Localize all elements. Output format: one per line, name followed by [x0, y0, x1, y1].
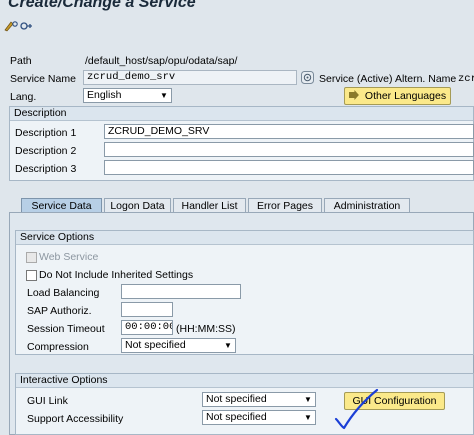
compression-label: Compression: [27, 341, 89, 353]
description-3-label: Description 3: [15, 163, 77, 175]
service-status: Service (Active): [319, 73, 393, 85]
gui-configuration-button[interactable]: GUI Configuration: [344, 392, 445, 410]
service-name-field[interactable]: zcrud_demo_srv: [83, 70, 297, 85]
sap-authoriz-field[interactable]: [121, 302, 173, 317]
session-timeout-field[interactable]: 00:00:00: [121, 320, 173, 335]
session-timeout-label: Session Timeout: [27, 323, 105, 335]
chevron-down-icon[interactable]: ▼: [303, 394, 313, 405]
description-1-label: Description 1: [15, 127, 77, 139]
page-title: Create/Change a Service: [8, 0, 196, 11]
other-languages-button[interactable]: Other Languages: [344, 87, 451, 105]
tab-administration[interactable]: Administration: [324, 198, 410, 213]
path-label: Path: [10, 55, 32, 67]
title-bar: Create/Change a Service: [0, 0, 474, 14]
tab-service-data[interactable]: Service Data: [21, 198, 102, 213]
interactive-options-heading: Interactive Options: [16, 374, 473, 388]
inherit-checkbox[interactable]: [26, 270, 37, 281]
toolbar: [0, 14, 474, 40]
session-timeout-format: (HH:MM:SS): [176, 323, 236, 335]
description-1-field[interactable]: ZCRUD_DEMO_SRV: [104, 124, 474, 139]
sap-authoriz-label: SAP Authoriz.: [27, 305, 92, 317]
lang-label: Lang.: [10, 91, 37, 103]
gui-link-label: GUI Link: [27, 395, 68, 407]
web-service-checkbox[interactable]: [26, 252, 37, 263]
path-value: /default_host/sap/opu/odata/sap/: [85, 55, 238, 67]
lang-select[interactable]: English ▼: [83, 88, 172, 103]
compression-select-value: Not specified: [125, 339, 186, 351]
load-balancing-label: Load Balancing: [27, 287, 100, 299]
altern-name-field[interactable]: zcr: [458, 73, 474, 85]
web-service-label: Web Service: [39, 251, 99, 263]
description-2-field[interactable]: [104, 142, 474, 157]
load-balancing-field[interactable]: [121, 284, 241, 299]
gui-link-select-value: Not specified: [206, 393, 267, 405]
compression-select[interactable]: Not specified ▼: [121, 338, 236, 353]
description-3-field[interactable]: [104, 160, 474, 175]
support-accessibility-label: Support Accessibility: [27, 413, 124, 425]
display-change-icon[interactable]: [3, 20, 19, 34]
description-2-label: Description 2: [15, 145, 77, 157]
support-accessibility-select-value: Not specified: [206, 411, 267, 423]
chevron-down-icon[interactable]: ▼: [159, 90, 169, 101]
support-accessibility-select[interactable]: Not specified ▼: [202, 410, 316, 425]
arrow-right-icon: [348, 90, 359, 100]
other-languages-label: Other Languages: [364, 90, 447, 102]
altern-name-label: Altern. Name: [395, 73, 457, 85]
tab-logon-data[interactable]: Logon Data: [104, 198, 171, 213]
inherit-label: Do Not Include Inherited Settings: [39, 269, 194, 281]
service-status-icon: [301, 71, 314, 84]
chevron-down-icon[interactable]: ▼: [303, 412, 313, 423]
description-heading: Description: [10, 107, 473, 121]
gui-link-select[interactable]: Not specified ▼: [202, 392, 316, 407]
tab-error-pages[interactable]: Error Pages: [248, 198, 322, 213]
settings-icon[interactable]: [18, 20, 34, 34]
chevron-down-icon[interactable]: ▼: [223, 340, 233, 351]
tab-handler-list[interactable]: Handler List: [173, 198, 246, 213]
service-options-heading: Service Options: [16, 231, 473, 245]
service-name-label: Service Name: [10, 73, 76, 85]
lang-select-value: English: [87, 89, 122, 101]
